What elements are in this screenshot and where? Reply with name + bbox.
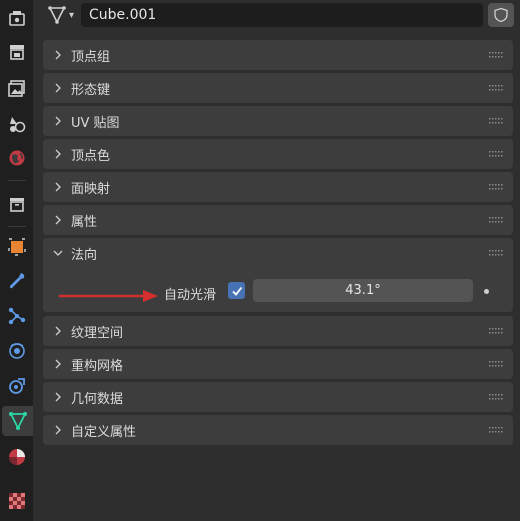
particles-tab[interactable] bbox=[3, 301, 31, 331]
panel-label: 自定义属性 bbox=[71, 424, 137, 440]
material-tab[interactable] bbox=[3, 442, 31, 472]
checkmark-icon bbox=[231, 286, 242, 296]
panel-label: 纹理空间 bbox=[71, 325, 124, 341]
panel-label: UV 贴图 bbox=[71, 115, 120, 131]
properties-editor: ▾ Cube.001 顶点组 形态键 UV 贴图 顶点色 面映射 属性 法向 自… bbox=[33, 0, 520, 521]
auto-smooth-checkbox[interactable] bbox=[228, 282, 245, 299]
world-tab[interactable] bbox=[3, 143, 31, 173]
mesh-data-tab[interactable] bbox=[2, 406, 33, 436]
auto-smooth-label: 自动光滑 bbox=[164, 288, 217, 303]
texture-tab[interactable] bbox=[3, 486, 31, 516]
keyframe-dot-icon[interactable] bbox=[484, 289, 489, 294]
texture-icon bbox=[9, 493, 25, 509]
modifier-tab[interactable] bbox=[3, 266, 31, 296]
chevron-right-icon bbox=[47, 149, 69, 159]
mesh-type-dropdown[interactable]: ▾ bbox=[47, 2, 81, 28]
view-layer-icon bbox=[10, 117, 26, 133]
collection-icon bbox=[10, 198, 24, 212]
chevron-right-icon bbox=[47, 359, 69, 369]
panel-label: 形态键 bbox=[71, 82, 111, 98]
chevron-right-icon bbox=[47, 50, 69, 60]
panel-label: 重构网格 bbox=[71, 358, 124, 374]
drag-handle-icon[interactable] bbox=[489, 151, 503, 157]
drag-handle-icon[interactable] bbox=[489, 394, 503, 400]
render-icon bbox=[10, 45, 24, 60]
object-icon bbox=[8, 238, 26, 256]
particles-icon bbox=[8, 307, 26, 325]
physics-tab[interactable] bbox=[3, 336, 31, 366]
chevron-right-icon bbox=[47, 392, 69, 402]
drag-handle-icon[interactable] bbox=[489, 427, 503, 433]
chevron-right-icon bbox=[47, 83, 69, 93]
constraints-icon bbox=[9, 378, 25, 394]
properties-tab-bar bbox=[0, 0, 33, 521]
panel-custom-properties[interactable]: 自定义属性 bbox=[43, 415, 513, 445]
drag-handle-icon[interactable] bbox=[489, 184, 503, 190]
annotation-arrow bbox=[59, 290, 158, 302]
modifier-icon bbox=[10, 273, 25, 289]
chevron-right-icon bbox=[47, 326, 69, 336]
drag-handle-icon[interactable] bbox=[489, 52, 503, 58]
chevron-down-icon: ▾ bbox=[69, 9, 75, 21]
drag-handle-icon[interactable] bbox=[489, 250, 503, 256]
chevron-right-icon bbox=[47, 215, 69, 225]
panel-attributes[interactable]: 属性 bbox=[43, 205, 513, 235]
panel-remesh[interactable]: 重构网格 bbox=[43, 349, 513, 379]
constraints-tab[interactable] bbox=[3, 371, 31, 401]
drag-handle-icon[interactable] bbox=[489, 217, 503, 223]
tool-icon bbox=[9, 11, 25, 26]
panel-vertex-colors[interactable]: 顶点色 bbox=[43, 139, 513, 169]
panel-label: 顶点色 bbox=[71, 148, 111, 164]
output-tab[interactable] bbox=[3, 73, 31, 103]
chevron-right-icon bbox=[47, 425, 69, 435]
chevron-down-icon bbox=[47, 248, 69, 258]
panel-vertex-groups[interactable]: 顶点组 bbox=[43, 40, 513, 70]
panel-label: 几何数据 bbox=[71, 391, 124, 407]
material-icon bbox=[9, 449, 25, 465]
mesh-name-field[interactable]: Cube.001 bbox=[81, 3, 483, 27]
view-layer-tab[interactable] bbox=[3, 109, 31, 139]
tab-separator bbox=[8, 180, 26, 181]
panel-label: 法向 bbox=[71, 247, 98, 263]
shield-icon bbox=[494, 7, 508, 23]
tool-tab[interactable] bbox=[3, 4, 31, 34]
auto-smooth-angle-field[interactable]: 43.1° bbox=[253, 279, 473, 302]
collection-tab[interactable] bbox=[3, 189, 31, 219]
mesh-data-icon bbox=[8, 412, 27, 431]
panel-geometry-data[interactable]: 几何数据 bbox=[43, 382, 513, 412]
tab-separator bbox=[8, 226, 26, 227]
render-tab[interactable] bbox=[3, 37, 31, 67]
panel-label: 顶点组 bbox=[71, 49, 111, 65]
panel-label: 属性 bbox=[71, 214, 98, 230]
drag-handle-icon[interactable] bbox=[489, 118, 503, 124]
output-icon bbox=[8, 80, 25, 97]
panel-face-maps[interactable]: 面映射 bbox=[43, 172, 513, 202]
drag-handle-icon[interactable] bbox=[489, 328, 503, 334]
chevron-right-icon bbox=[47, 116, 69, 126]
chevron-right-icon bbox=[47, 182, 69, 192]
fake-user-button[interactable] bbox=[488, 3, 514, 27]
mesh-data-header: ▾ Cube.001 bbox=[39, 2, 514, 28]
panel-uv-maps[interactable]: UV 贴图 bbox=[43, 106, 513, 136]
physics-icon bbox=[9, 343, 25, 359]
world-icon bbox=[9, 150, 25, 166]
drag-handle-icon[interactable] bbox=[489, 85, 503, 91]
object-tab[interactable] bbox=[3, 232, 31, 262]
mesh-data-icon bbox=[48, 6, 66, 24]
panel-label: 面映射 bbox=[71, 181, 111, 197]
panel-texture-space[interactable]: 纹理空间 bbox=[43, 316, 513, 346]
panel-normals-header[interactable]: 法向 bbox=[43, 238, 513, 268]
drag-handle-icon[interactable] bbox=[489, 361, 503, 367]
panel-shape-keys[interactable]: 形态键 bbox=[43, 73, 513, 103]
